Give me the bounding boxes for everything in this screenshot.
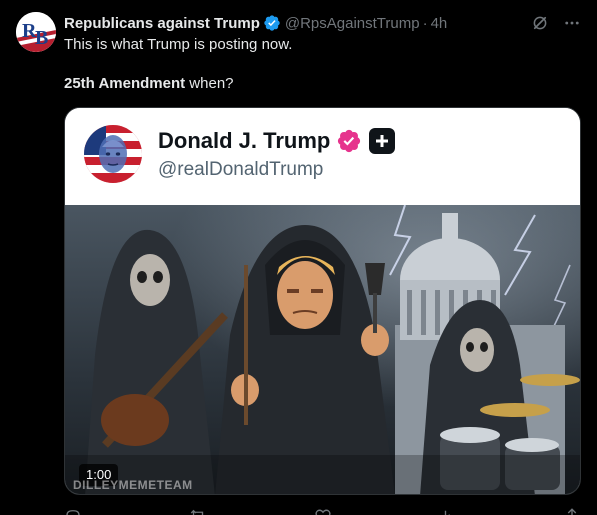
separator-dot: · [422,14,428,32]
reply-button[interactable] [64,506,82,515]
like-button[interactable] [314,506,332,515]
repost-button[interactable] [189,506,207,515]
views-button[interactable] [438,506,456,515]
post-text-line-2: 25th Amendment when? [64,74,234,94]
plus-badge-icon [369,128,396,154]
post-header: Republicans against Trump @RpsAgainstTru… [64,13,581,33]
post-time[interactable]: 4h [431,15,448,32]
blue-check-icon [264,15,280,31]
post-text-rest: when? [185,75,234,92]
image-watermark: DILLEYMEMETEAM [73,478,193,492]
svg-text:B: B [35,27,48,49]
share-icon [567,508,577,515]
author-handle[interactable]: @RpsAgainstTrump [285,15,420,32]
author-avatar[interactable]: R B [16,12,56,52]
media-card[interactable]: Donald J. Trump @realDonaldTrump 1:00 DI… [64,107,581,495]
post-text-line-1: This is what Trump is posting now. [64,36,293,53]
post-actions [64,506,581,515]
embedded-profile-header: Donald J. Trump @realDonaldTrump [65,108,580,205]
share-button[interactable] [563,506,581,515]
views-icon [445,510,451,515]
more-icon[interactable] [563,14,581,32]
video-thumbnail[interactable] [65,205,580,494]
heart-icon [314,509,331,515]
embedded-handle: @realDonaldTrump [158,159,324,180]
reply-icon [66,510,80,515]
embedded-avatar [84,125,142,183]
pink-check-icon [338,129,361,153]
author-name[interactable]: Republicans against Trump [64,15,260,32]
post-text-bold: 25th Amendment [64,75,186,92]
post[interactable]: R B Republicans against Trump @RpsAgains… [0,0,597,515]
repost-icon [190,509,203,515]
grok-icon[interactable] [531,14,549,32]
embedded-name: Donald J. Trump [158,128,331,153]
